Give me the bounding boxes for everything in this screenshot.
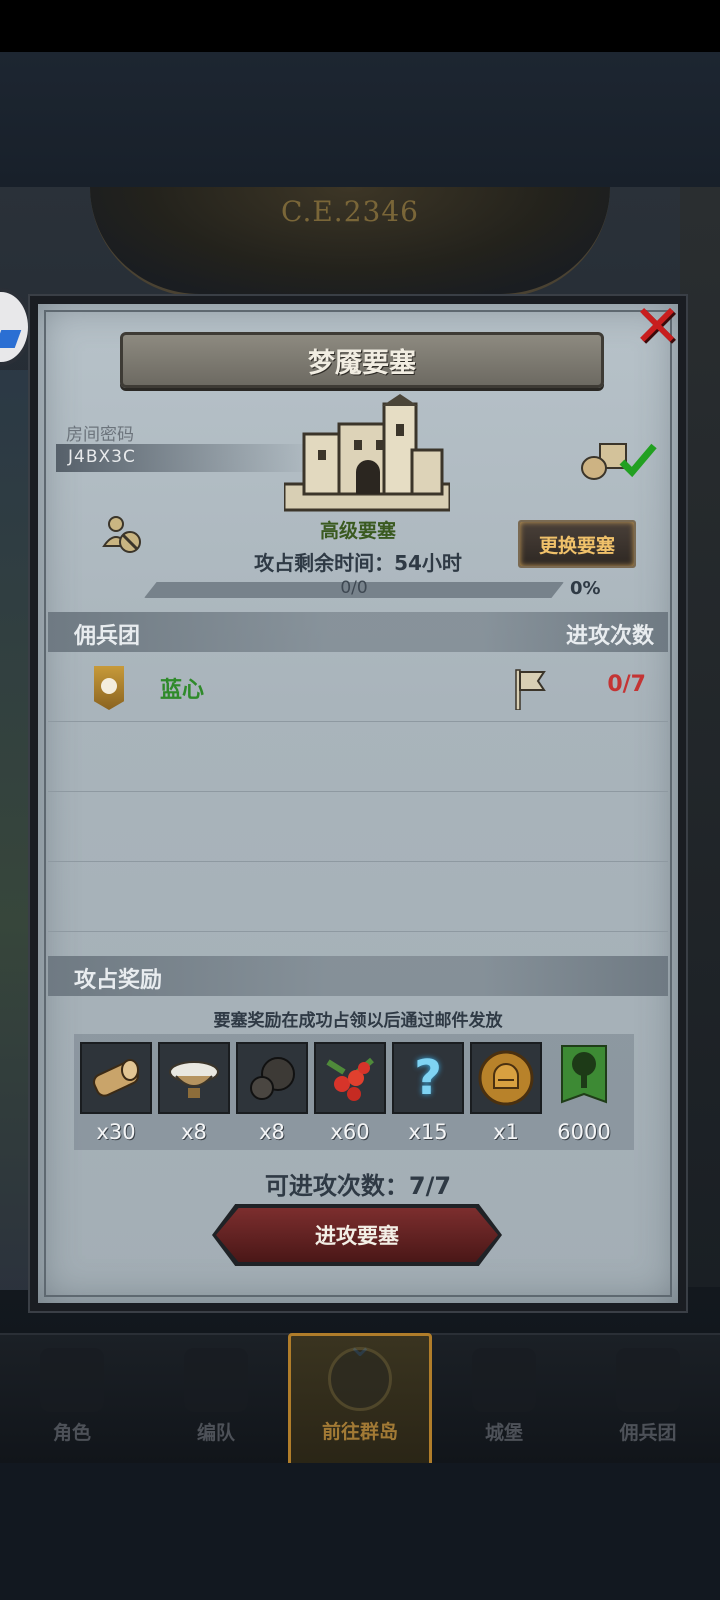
log-icon: [80, 1042, 152, 1114]
nav-item-islands[interactable]: ⌄ 前往群岛: [288, 1328, 432, 1467]
sun-emblem-icon: [94, 666, 124, 710]
reward-item[interactable]: x8: [236, 1042, 308, 1144]
close-icon: ✕: [632, 292, 682, 360]
bottom-background: [0, 1463, 720, 1600]
dialog-title: 梦魇要塞: [308, 347, 416, 379]
empty-slot-row: [48, 722, 668, 792]
reward-quantity: x8: [181, 1120, 207, 1144]
mercenary-name: 蓝心: [160, 678, 205, 703]
castle-icon: [472, 1348, 536, 1412]
nav-item-character[interactable]: 角色: [0, 1335, 144, 1465]
nav-label: 角色: [52, 1422, 91, 1444]
reward-section-header: 攻占奖励: [48, 956, 668, 996]
attacks-available: 可进攻次数：7/7: [264, 1172, 452, 1200]
reward-claimed-icon: [581, 443, 657, 480]
room-code: J4BX3C: [68, 447, 136, 467]
year-label: C.E.2346: [281, 195, 419, 228]
castle-icon: [284, 394, 450, 512]
reward-note: 要塞奖励在成功占领以后通过邮件发放: [213, 1011, 503, 1031]
attack-fortress-label: 进攻要塞: [315, 1224, 399, 1248]
reward-panel: x30 x8 x8 x60 ? x15 x1 6000: [74, 1034, 634, 1150]
close-button[interactable]: ✕: [626, 292, 688, 360]
empty-slot-row: [48, 862, 668, 932]
fortress-dialog: ✕ 梦魇要塞 房间密码 J4BX3C 高级要塞 攻占剩余时间：54小时 更换要塞: [30, 296, 686, 1311]
helmet-icon: [184, 1348, 248, 1412]
reward-quantity: 6000: [557, 1120, 611, 1144]
nav-label: 城堡: [484, 1422, 523, 1444]
change-fortress-label: 更换要塞: [538, 534, 615, 557]
reward-quantity: x60: [330, 1120, 370, 1144]
reward-item[interactable]: x8: [158, 1042, 230, 1144]
mercenary-header-label: 佣兵团: [74, 624, 141, 649]
knight-icon: [40, 1348, 104, 1412]
flag-icon: [515, 669, 546, 710]
capture-progress-percent: 0%: [570, 578, 601, 599]
attack-fortress-button[interactable]: 进攻要塞: [216, 1208, 498, 1262]
room-code-label: 房间密码: [66, 425, 134, 445]
reward-item[interactable]: x1: [470, 1042, 542, 1144]
capture-progress-text: 0/0: [340, 578, 368, 598]
reward-item[interactable]: x30: [80, 1042, 152, 1144]
nav-label: 编队: [196, 1422, 235, 1444]
room-code-bar: J4BX3C: [56, 444, 316, 472]
globe-icon: [328, 1347, 392, 1411]
mercenary-row[interactable]: 蓝心 0/7: [48, 652, 668, 722]
reward-item[interactable]: ? x15: [392, 1042, 464, 1144]
reward-item[interactable]: 6000: [548, 1042, 620, 1144]
reward-quantity: x15: [408, 1120, 448, 1144]
empty-slot-row: [48, 792, 668, 862]
reward-section-title: 攻占奖励: [74, 968, 163, 993]
reward-quantity: x1: [493, 1120, 519, 1144]
mystery-question-icon: ?: [392, 1042, 464, 1114]
nav-label: 佣兵团: [619, 1422, 677, 1444]
change-fortress-button[interactable]: 更换要塞: [518, 520, 636, 568]
bowl-icon: [158, 1042, 230, 1114]
reward-item[interactable]: x60: [314, 1042, 386, 1144]
title-banner: 梦魇要塞: [120, 332, 604, 388]
reward-quantity: x8: [259, 1120, 285, 1144]
berries-icon: [314, 1042, 386, 1114]
mercenary-section-header: 佣兵团 进攻次数: [48, 612, 668, 652]
ore-icon: [236, 1042, 308, 1114]
mercenary-attacks: 0/7: [607, 672, 646, 697]
nav-item-castle[interactable]: 城堡: [432, 1335, 576, 1465]
status-bar: [0, 0, 720, 52]
attacks-header-label: 进攻次数: [565, 624, 654, 649]
nav-item-formation[interactable]: 编队: [144, 1335, 288, 1465]
clock-header: C.E.2346: [90, 187, 610, 297]
ship-icon: [616, 1348, 680, 1412]
nav-label: 前往群岛: [321, 1421, 398, 1443]
bottom-nav: 角色 编队 ⌄ 前往群岛 城堡 佣兵团: [0, 1328, 720, 1467]
nav-item-mercenaries[interactable]: 佣兵团: [576, 1335, 720, 1465]
background-upper: [0, 52, 720, 187]
reward-quantity: x30: [96, 1120, 136, 1144]
tree-banner-icon: [548, 1042, 620, 1114]
helmet-coin-icon: [470, 1042, 542, 1114]
background-left-strip: [0, 370, 30, 1290]
